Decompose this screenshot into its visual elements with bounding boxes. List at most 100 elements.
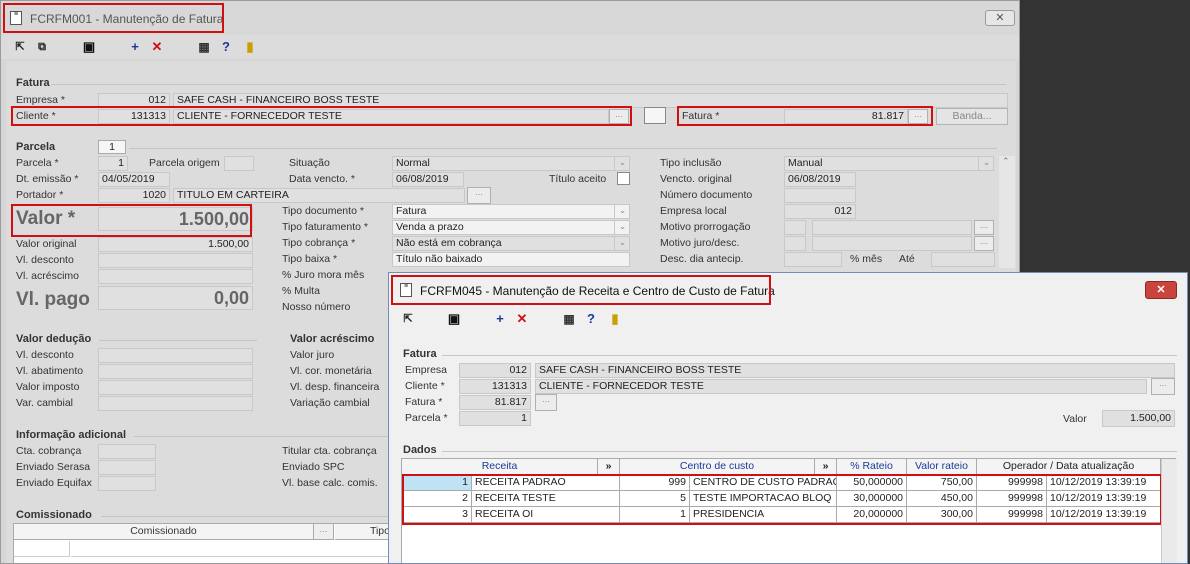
comissionado-row[interactable] bbox=[14, 541, 70, 557]
calculator-icon[interactable]: ▦ bbox=[195, 38, 213, 56]
cliente-extra-button[interactable] bbox=[644, 107, 666, 124]
receita-cliente-name[interactable]: CLIENTE - FORNECEDOR TESTE bbox=[535, 379, 1147, 394]
receita-valor-field[interactable]: 1.500,00 bbox=[1102, 410, 1175, 427]
comissionado-row[interactable] bbox=[71, 541, 392, 557]
tipo-faturamento-select[interactable]: Venda a prazo bbox=[392, 220, 630, 235]
vl-cor-monetaria-label: Vl. cor. monetária bbox=[290, 365, 372, 377]
receita-cliente-lookup-icon[interactable]: ⋯ bbox=[1151, 378, 1175, 395]
data-vencto-field[interactable]: 06/08/2019 bbox=[392, 172, 464, 187]
vl-abatimento-label: Vl. abatimento bbox=[16, 365, 84, 377]
delete-icon[interactable]: ✕ bbox=[148, 38, 166, 56]
portador-lookup-icon[interactable]: ⋯ bbox=[467, 187, 491, 204]
cta-cobranca-field[interactable] bbox=[98, 444, 156, 459]
portador-name-field[interactable]: TITULO EM CARTEIRA bbox=[173, 188, 465, 203]
enviado-serasa-label: Enviado Serasa bbox=[16, 461, 91, 473]
receita-cliente-code[interactable]: 131313 bbox=[459, 379, 531, 394]
situacao-select[interactable]: Normal bbox=[392, 156, 630, 171]
tipo-faturamento-label: Tipo faturamento * bbox=[282, 221, 368, 233]
dt-emissao-field[interactable]: 04/05/2019 bbox=[98, 172, 170, 187]
receita-window: ≡ FCRFM045 - Manutenção de Receita e Cen… bbox=[388, 272, 1188, 564]
door-exit-icon[interactable]: ▮ bbox=[606, 310, 624, 328]
valor-original-field[interactable]: 1.500,00 bbox=[98, 237, 253, 252]
desc-dia-antecip-field[interactable] bbox=[784, 252, 842, 267]
enviado-equifax-field[interactable] bbox=[98, 476, 156, 491]
titulo-aceito-checkbox[interactable] bbox=[617, 172, 630, 185]
parcela-origem-field[interactable] bbox=[224, 156, 254, 171]
exit-icon[interactable]: ⇱ bbox=[11, 38, 29, 56]
valor-imposto-field[interactable] bbox=[98, 380, 253, 395]
centro-expand-icon[interactable]: » bbox=[815, 459, 837, 474]
door-exit-icon[interactable]: ▮ bbox=[241, 38, 259, 56]
calculator-icon[interactable]: ▦ bbox=[560, 310, 578, 328]
data-vencto-label: Data vencto. * bbox=[289, 173, 355, 185]
centro-custo-column-header[interactable]: Centro de custo bbox=[620, 459, 815, 474]
receita-close-button[interactable]: ✕ bbox=[1145, 281, 1177, 299]
vl-acrescimo-field[interactable] bbox=[98, 269, 253, 284]
rateio-column-header[interactable]: % Rateio bbox=[837, 459, 907, 474]
comissionado-column-header[interactable]: Comissionado bbox=[14, 524, 314, 540]
help-icon[interactable]: ? bbox=[217, 38, 235, 56]
vl-abatimento-field[interactable] bbox=[98, 364, 253, 379]
add-icon[interactable]: + bbox=[491, 310, 509, 328]
tipo-baixa-label: Tipo baixa * bbox=[282, 253, 338, 265]
enviado-serasa-field[interactable] bbox=[98, 460, 156, 475]
nosso-numero-label: Nosso número bbox=[282, 301, 351, 313]
motivo-juro-name[interactable] bbox=[812, 236, 972, 251]
valor-original-label: Valor original bbox=[16, 238, 77, 250]
banda-button[interactable]: Banda... bbox=[936, 108, 1008, 125]
exit-icon[interactable]: ⇱ bbox=[399, 310, 417, 328]
delete-icon[interactable]: ✕ bbox=[513, 310, 531, 328]
help-icon[interactable]: ? bbox=[582, 310, 600, 328]
vl-desconto2-field[interactable] bbox=[98, 348, 253, 363]
parcela-tab[interactable]: 1 bbox=[98, 140, 126, 154]
var-cambial-field[interactable] bbox=[98, 396, 253, 411]
save-icon[interactable]: ▣ bbox=[445, 310, 463, 328]
chevron-down-icon[interactable]: ⌄ bbox=[978, 156, 994, 171]
parcela-field[interactable]: 1 bbox=[98, 156, 128, 171]
main-close-button[interactable]: ✕ bbox=[985, 10, 1015, 26]
receita-parcela-field[interactable]: 1 bbox=[459, 411, 531, 426]
portador-code-field[interactable]: 1020 bbox=[98, 188, 170, 203]
grid-scrollbar[interactable] bbox=[1161, 459, 1177, 563]
scroll-up-icon[interactable]: ⌃ bbox=[1002, 156, 1010, 167]
empresa-local-field[interactable]: 012 bbox=[784, 204, 856, 219]
valor-rateio-column-header[interactable]: Valor rateio bbox=[907, 459, 977, 474]
tipo-inclusao-select[interactable]: Manual bbox=[784, 156, 994, 171]
chevron-down-icon[interactable]: ⌄ bbox=[614, 220, 630, 235]
receita-column-header[interactable]: Receita bbox=[402, 459, 598, 474]
vl-pago-field[interactable]: 0,00 bbox=[98, 286, 253, 310]
chevron-down-icon[interactable]: ⌄ bbox=[614, 204, 630, 219]
receita-fatura-field[interactable]: 81.817 bbox=[459, 395, 531, 410]
motivo-juro-lookup-icon[interactable]: ⋯ bbox=[974, 236, 994, 251]
receita-fatura-lookup-icon[interactable]: ⋯ bbox=[535, 394, 557, 411]
operador-column-header[interactable]: Operador / Data atualização bbox=[977, 459, 1161, 474]
receita-empresa-label: Empresa bbox=[405, 364, 448, 376]
dados-grid[interactable]: Receita » Centro de custo » % Rateio Val… bbox=[401, 458, 1177, 563]
tipo-cobranca-select[interactable]: Não está em cobrança bbox=[392, 236, 630, 251]
motivo-prorrogacao-name[interactable] bbox=[812, 220, 972, 235]
copy-icon[interactable]: ⧉ bbox=[33, 38, 51, 56]
save-icon[interactable]: ▣ bbox=[80, 38, 98, 56]
tipo-baixa-field[interactable]: Título não baixado bbox=[392, 252, 630, 267]
receita-empresa-name[interactable]: SAFE CASH - FINANCEIRO BOSS TESTE bbox=[535, 363, 1175, 378]
main-scrollbar[interactable]: ⌃ bbox=[999, 156, 1015, 268]
situacao-label: Situação bbox=[289, 157, 330, 169]
var-cambial-label: Var. cambial bbox=[16, 397, 73, 409]
tipo-documento-select[interactable]: Fatura bbox=[392, 204, 630, 219]
add-icon[interactable]: + bbox=[126, 38, 144, 56]
vencto-original-field[interactable]: 06/08/2019 bbox=[784, 172, 856, 187]
motivo-prorrogacao-lookup-icon[interactable]: ⋯ bbox=[974, 220, 994, 235]
titulo-aceito-label: Título aceito bbox=[549, 173, 607, 185]
motivo-prorrogacao-code[interactable] bbox=[784, 220, 806, 235]
comissionado-lookup-icon[interactable]: ⋯ bbox=[314, 524, 334, 540]
chevron-down-icon[interactable]: ⌄ bbox=[614, 156, 630, 171]
comissionado-grid[interactable]: Comissionado ⋯ Tipo bbox=[13, 523, 392, 563]
tipo-column-header[interactable]: Tipo bbox=[335, 524, 392, 540]
vl-desconto-field[interactable] bbox=[98, 253, 253, 268]
receita-empresa-code[interactable]: 012 bbox=[459, 363, 531, 378]
numero-documento-field[interactable] bbox=[784, 188, 856, 203]
chevron-down-icon[interactable]: ⌄ bbox=[614, 236, 630, 251]
motivo-juro-code[interactable] bbox=[784, 236, 806, 251]
ate-field[interactable] bbox=[931, 252, 995, 267]
receita-expand-icon[interactable]: » bbox=[598, 459, 620, 474]
